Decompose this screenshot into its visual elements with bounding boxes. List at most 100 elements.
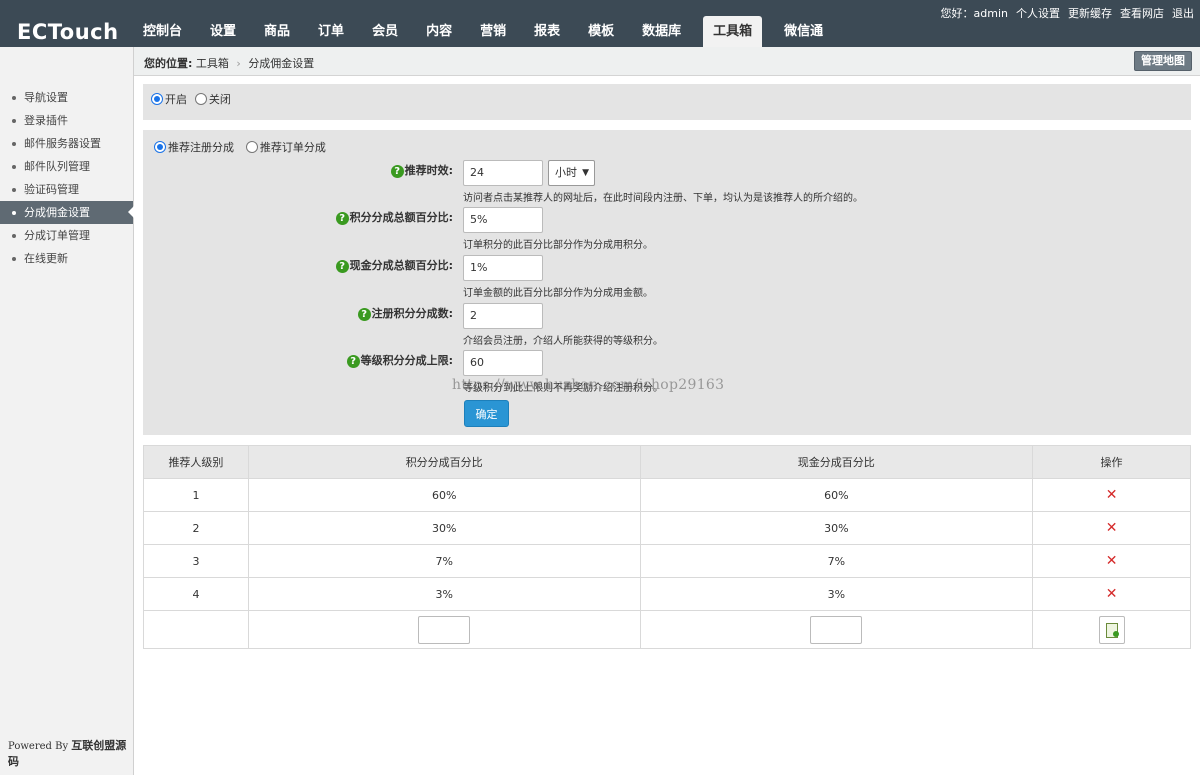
level-limit-input[interactable]: 60	[463, 350, 543, 376]
point-percent-hint: 订单积分的此百分比部分作为分成用积分。	[463, 240, 653, 251]
reg-points-input[interactable]: 2	[463, 303, 543, 329]
reg-points-label: ? 注册积分分成数:	[357, 305, 453, 321]
affiliate-levels-table: 推荐人级别 积分分成百分比 现金分成百分比 操作 1 60% 60% ✕ 2 3…	[143, 445, 1191, 649]
submit-button[interactable]: 确定	[464, 400, 509, 427]
help-icon[interactable]: ?	[346, 354, 360, 368]
table-header-row: 推荐人级别 积分分成百分比 现金分成百分比 操作	[143, 445, 1191, 479]
new-point-percent-input[interactable]	[418, 615, 471, 644]
expire-label: ? 推荐时效:	[390, 162, 453, 178]
sidebar-item-online-update[interactable]: 在线更新	[0, 247, 133, 270]
enable-radio[interactable]	[151, 93, 163, 105]
view-shop-link[interactable]: 查看网店	[1120, 5, 1164, 21]
table-row: 2 30% 30% ✕	[143, 511, 1191, 545]
breadcrumb: 您的位置: 工具箱 › 分成佣金设置	[144, 55, 314, 71]
column-header: 操作	[1032, 445, 1191, 479]
expire-input[interactable]: 24	[463, 160, 543, 186]
table-row: 3 7% 7% ✕	[143, 544, 1191, 578]
sidebar-item-affiliate-settings[interactable]: 分成佣金设置	[0, 201, 134, 224]
expire-unit-select[interactable]: 小时 ▼	[548, 160, 595, 186]
level-limit-label-text: 等级积分分成上限:	[360, 354, 453, 367]
toggle-panel: 开启 关闭	[143, 84, 1191, 120]
money-percent-cell[interactable]: 7%	[639, 544, 1034, 578]
delete-icon[interactable]: ✕	[1106, 553, 1118, 569]
help-icon[interactable]: ?	[390, 164, 404, 178]
help-icon[interactable]: ?	[357, 307, 371, 321]
nav-reports[interactable]: 报表	[520, 16, 574, 47]
expire-hint: 访问者点击某推荐人的网址后，在此时间段内注册、下单，均认为是该推荐人的所介绍的。	[463, 193, 863, 204]
level-cell: 2	[143, 511, 249, 545]
nav-settings[interactable]: 设置	[196, 16, 250, 47]
breadcrumb-current: 分成佣金设置	[248, 57, 315, 70]
delete-icon[interactable]: ✕	[1106, 586, 1118, 602]
level-cell: 1	[143, 478, 249, 512]
expire-unit-value: 小时	[555, 166, 577, 179]
money-percent-label-text: 现金分成总额百分比:	[349, 259, 453, 272]
new-money-percent-input[interactable]	[810, 615, 863, 644]
greeting-text: 您好：admin	[940, 7, 1008, 20]
nav-marketing[interactable]: 营销	[466, 16, 520, 47]
sidebar-item-login-plugins[interactable]: 登录插件	[0, 109, 133, 132]
sitemap-button[interactable]: 管理地图	[1134, 51, 1192, 71]
profile-settings-link[interactable]: 个人设置	[1016, 5, 1060, 21]
point-percent-cell[interactable]: 7%	[247, 544, 641, 578]
sidebar-item-mail-server[interactable]: 邮件服务器设置	[0, 132, 133, 155]
order-mode-radio[interactable]	[245, 141, 258, 153]
point-percent-label-text: 积分分成总额百分比:	[349, 211, 453, 224]
nav-templates[interactable]: 模板	[574, 16, 628, 47]
nav-members[interactable]: 会员	[358, 16, 412, 47]
nav-orders[interactable]: 订单	[304, 16, 358, 47]
sidebar-menu: 导航设置 登录插件 邮件服务器设置 邮件队列管理 验证码管理 分成佣金设置 分成…	[0, 86, 134, 270]
powered-by: Powered By 互联创盟源码	[8, 737, 133, 769]
point-percent-input[interactable]: 5%	[463, 207, 543, 233]
expire-label-text: 推荐时效:	[404, 164, 453, 177]
top-links: 您好：admin 个人设置 更新缓存 查看网店 退出	[941, 5, 1194, 21]
enable-label: 开启	[165, 93, 187, 106]
help-icon[interactable]: ?	[335, 259, 349, 273]
refresh-cache-link[interactable]: 更新缓存	[1068, 5, 1112, 21]
watermark: https://www.huzhan.com/ishop29163	[452, 377, 725, 393]
point-percent-cell[interactable]: 30%	[247, 511, 641, 545]
chevron-down-icon: ▼	[582, 168, 589, 178]
column-header: 积分分成百分比	[247, 445, 641, 479]
nav-database[interactable]: 数据库	[628, 16, 695, 47]
sidebar-item-mail-queue[interactable]: 邮件队列管理	[0, 155, 133, 178]
nav-goods[interactable]: 商品	[250, 16, 304, 47]
main-nav: 控制台 设置 商品 订单 会员 内容 营销 报表 模板 数据库 工具箱 微信通	[129, 16, 837, 47]
sidebar-item-affiliate-orders[interactable]: 分成订单管理	[0, 224, 133, 247]
delete-icon[interactable]: ✕	[1106, 520, 1118, 536]
ectouch-logo[interactable]: ECTouch	[17, 20, 119, 44]
point-percent-cell[interactable]: 60%	[247, 478, 641, 512]
sidebar: 导航设置 登录插件 邮件服务器设置 邮件队列管理 验证码管理 分成佣金设置 分成…	[0, 47, 134, 775]
money-percent-label: ? 现金分成总额百分比:	[335, 257, 453, 273]
nav-content[interactable]: 内容	[412, 16, 466, 47]
breadcrumb-toolbox[interactable]: 工具箱	[196, 57, 229, 70]
register-mode-label: 推荐注册分成	[168, 141, 234, 154]
reg-points-hint: 介绍会员注册，介绍人所能获得的等级积分。	[463, 336, 663, 347]
add-record-icon[interactable]	[1098, 615, 1125, 644]
money-percent-cell[interactable]: 3%	[639, 577, 1034, 611]
nav-toolbox[interactable]: 工具箱	[703, 16, 763, 47]
money-percent-cell[interactable]: 60%	[639, 478, 1034, 512]
money-percent-input[interactable]: 1%	[463, 255, 543, 281]
delete-icon[interactable]: ✕	[1106, 487, 1118, 503]
add-row	[143, 610, 1191, 649]
column-header: 推荐人级别	[143, 445, 249, 479]
level-limit-label: ? 等级积分分成上限:	[346, 352, 453, 368]
help-icon[interactable]: ?	[335, 211, 349, 225]
nav-wechat[interactable]: 微信通	[770, 16, 837, 47]
table-row: 1 60% 60% ✕	[143, 478, 1191, 512]
top-header: ECTouch 控制台 设置 商品 订单 会员 内容 营销 报表 模板 数据库 …	[0, 0, 1200, 47]
breadcrumb-label: 您的位置:	[144, 57, 193, 70]
reg-points-label-text: 注册积分分成数:	[371, 307, 453, 320]
order-mode-label: 推荐订单分成	[259, 141, 326, 154]
sidebar-item-captcha[interactable]: 验证码管理	[0, 178, 133, 201]
breadcrumb-bar: 您的位置: 工具箱 › 分成佣金设置 管理地图	[134, 47, 1200, 76]
nav-dashboard[interactable]: 控制台	[129, 16, 196, 47]
disable-radio[interactable]	[194, 93, 207, 105]
money-percent-cell[interactable]: 30%	[639, 511, 1034, 545]
register-mode-radio[interactable]	[154, 141, 166, 153]
sidebar-item-nav-settings[interactable]: 导航设置	[0, 86, 133, 109]
logout-link[interactable]: 退出	[1172, 5, 1194, 21]
empty-cell	[143, 610, 249, 649]
point-percent-cell[interactable]: 3%	[247, 577, 641, 611]
